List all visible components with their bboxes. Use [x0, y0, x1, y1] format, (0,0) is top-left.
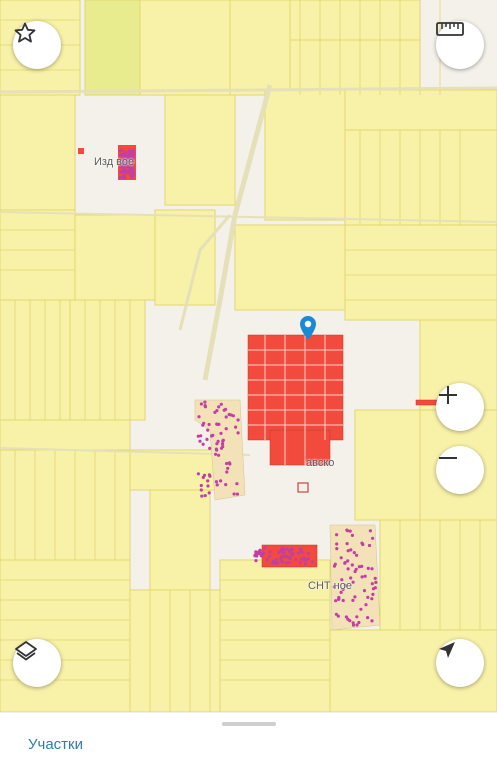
plus-icon [439, 386, 457, 404]
location-pin-icon[interactable] [300, 316, 316, 340]
sheet-drag-handle[interactable] [222, 722, 276, 726]
village-label-center: авско [306, 457, 335, 469]
favorite-button[interactable] [13, 21, 61, 69]
star-icon [14, 22, 36, 43]
navigation-arrow-icon [439, 642, 455, 658]
map-layer [0, 0, 497, 712]
snt-label: СНТ ное [308, 580, 352, 592]
map-canvas[interactable]: Изд вое авско СНТ ное [0, 0, 497, 712]
ruler-icon [436, 22, 464, 36]
layers-button[interactable] [13, 639, 61, 687]
sheet-title[interactable]: Участки [28, 736, 83, 753]
minus-icon [439, 457, 457, 459]
bottom-sheet[interactable]: Участки [0, 712, 497, 768]
zoom-in-button[interactable] [436, 383, 484, 431]
zoom-out-button[interactable] [436, 446, 484, 494]
ruler-button[interactable] [436, 21, 484, 69]
my-location-button[interactable] [436, 639, 484, 687]
layers-icon [15, 641, 37, 661]
village-label-top: Изд вое [94, 156, 135, 168]
